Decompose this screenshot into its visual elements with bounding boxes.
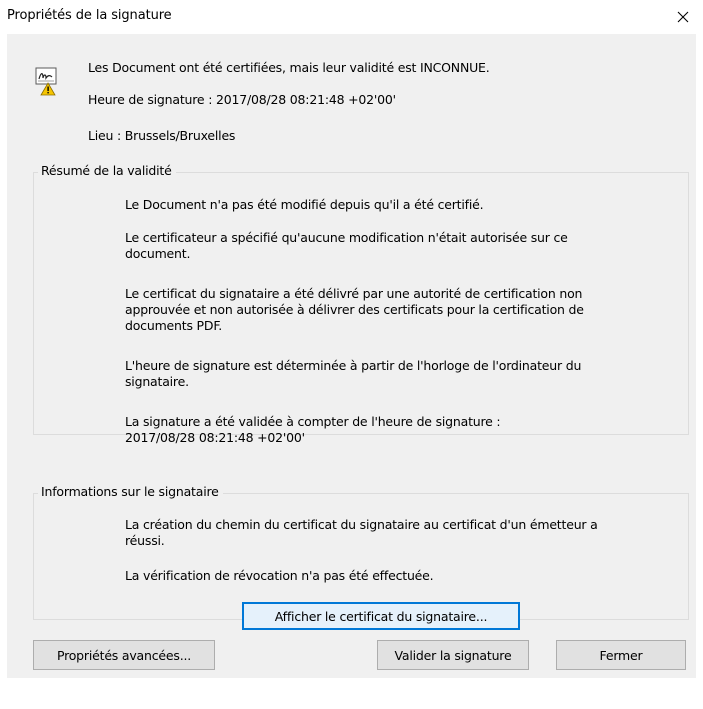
- show-signer-certificate-button[interactable]: Afficher le certificat du signataire...: [242, 602, 520, 630]
- validity-item-not-modified: Le Document n'a pas été modifié depuis q…: [125, 197, 484, 212]
- validity-item-no-changes-allowed: Le certificateur a spécifié qu'aucune mo…: [125, 230, 568, 261]
- close-button[interactable]: Fermer: [556, 640, 686, 670]
- validity-item-local-clock: L'heure de signature est déterminée à pa…: [125, 358, 582, 389]
- window-title: Propriétés de la signature: [7, 8, 172, 23]
- signing-location: Lieu : Brussels/Bruxelles: [88, 128, 236, 143]
- close-icon: [677, 11, 689, 23]
- certification-status: Les Document ont été certifiées, mais le…: [88, 60, 490, 75]
- title-bar: Propriétés de la signature: [0, 0, 703, 34]
- validity-item-untrusted-authority: Le certificat du signataire a été délivr…: [125, 286, 584, 333]
- signer-info-legend: Informations sur le signataire: [38, 484, 223, 499]
- validity-summary-legend: Résumé de la validité: [38, 163, 176, 178]
- signature-warning-icon: [35, 67, 57, 96]
- close-window-button[interactable]: [663, 0, 703, 34]
- dialog-content: Les Document ont été certifiées, mais le…: [7, 34, 696, 678]
- signer-item-chain-built: La création du chemin du certificat du s…: [125, 517, 598, 548]
- signer-item-revocation-not-checked: La vérification de révocation n'a pas ét…: [125, 568, 434, 583]
- signer-info-group: [33, 493, 689, 620]
- validity-item-validated-at: La signature a été validée à compter de …: [125, 414, 501, 445]
- validate-signature-button[interactable]: Valider la signature: [377, 640, 529, 670]
- signature-properties-dialog: Propriétés de la signature Les Document …: [0, 0, 703, 709]
- signing-time: Heure de signature : 2017/08/28 08:21:48…: [88, 92, 396, 107]
- advanced-properties-button[interactable]: Propriétés avancées...: [33, 640, 215, 670]
